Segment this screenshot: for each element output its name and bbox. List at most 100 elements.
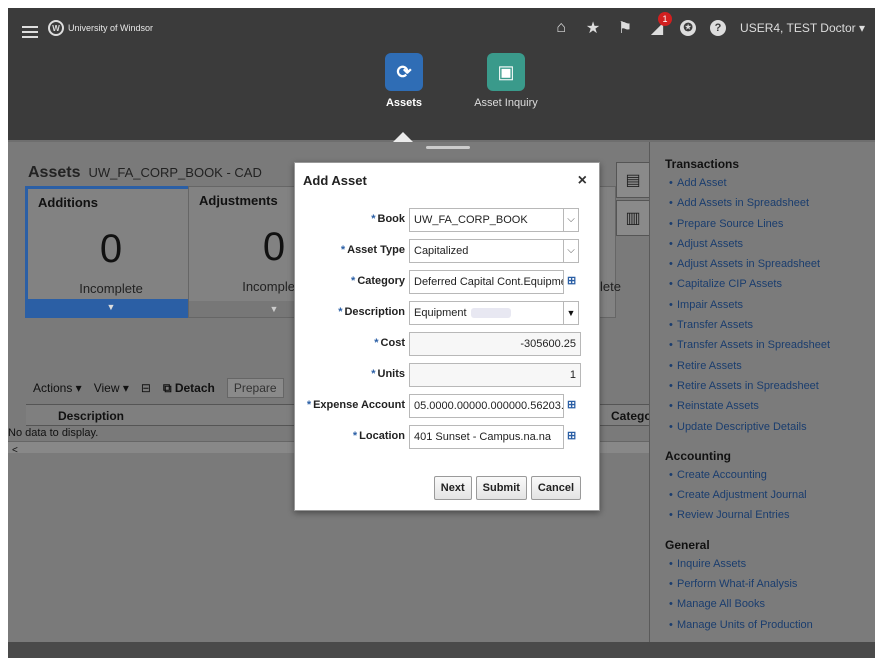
accounting-list: Create Accounting Create Adjustment Jour… [665, 465, 875, 526]
card-count: 0 [99, 227, 123, 271]
notification-badge: 1 [658, 12, 673, 26]
task-add-asset[interactable]: Add Asset [665, 173, 875, 194]
location-input[interactable]: 401 Sunset - Campus.na.na [409, 425, 564, 449]
star-icon[interactable]: ★ [584, 18, 602, 38]
task-retire-assets-spreadsheet[interactable]: Retire Assets in Spreadsheet [665, 376, 875, 397]
card-additions[interactable]: Additions 0 Incomplete ▼ [25, 186, 197, 318]
submit-button[interactable]: Submit [475, 476, 527, 500]
task-manage-units-of-production[interactable]: Manage Units of Production [665, 615, 875, 636]
table-toolbar: Actions ▾ View ▾ ⊟ ⧉ Detach Prepare [33, 378, 284, 398]
task-impair-assets[interactable]: Impair Assets [665, 295, 875, 316]
page-title: Assets UW_FA_CORP_BOOK - CAD [28, 164, 262, 182]
task-retire-assets[interactable]: Retire Assets [665, 356, 875, 377]
redacted-mark [470, 308, 511, 319]
section-title-transactions: Transactions [665, 157, 740, 171]
task-update-descriptive-details[interactable]: Update Descriptive Details [665, 417, 875, 438]
prepare-button[interactable]: Prepare [226, 378, 284, 398]
card-title: Adjustments [199, 193, 278, 208]
user-name: USER4, TEST Doctor [740, 21, 856, 35]
cost-label: * Cost [374, 337, 405, 349]
task-manage-all-books[interactable]: Manage All Books [665, 594, 875, 615]
card-label: lete [600, 279, 621, 294]
book-row: * Book UW_FA_CORP_BOOK ⌵ [295, 208, 601, 232]
category-input[interactable]: Deferred Capital Cont.Equipme [409, 270, 564, 294]
list-tab-icon[interactable]: ▤ [616, 162, 650, 198]
help-icon[interactable]: ? [710, 20, 727, 36]
label-text: Expense Account [313, 399, 405, 411]
label-text: Location [359, 430, 405, 442]
nav-app-asset-inquiry[interactable]: ▣ Asset Inquiry [456, 53, 556, 109]
home-icon[interactable]: ⌂ [552, 19, 570, 37]
flag-icon[interactable]: ⚑ [616, 18, 634, 38]
user-menu[interactable]: USER4, TEST Doctor ▾ [740, 21, 865, 35]
label-text: Asset Type [347, 244, 405, 256]
label-text: Units [377, 368, 406, 380]
nav-app-assets[interactable]: ⟳ Assets [354, 53, 454, 109]
expense-account-label: * Expense Account [306, 399, 405, 411]
task-create-accounting[interactable]: Create Accounting [665, 465, 875, 486]
search-lov-icon[interactable]: ⊞ [567, 274, 583, 290]
units-label: * Units [371, 368, 405, 380]
chevron-down-icon[interactable]: ▼ [28, 299, 194, 315]
task-create-adjustment-journal[interactable]: Create Adjustment Journal [665, 485, 875, 506]
panel-drag-handle[interactable] [426, 146, 470, 149]
units-input[interactable]: 1 [409, 363, 581, 387]
task-review-journal-entries[interactable]: Review Journal Entries [665, 505, 875, 526]
task-reinstate-assets[interactable]: Reinstate Assets [665, 396, 875, 417]
view-menu[interactable]: View ▾ [94, 381, 129, 395]
book-name: UW_FA_CORP_BOOK - CAD [88, 165, 262, 180]
dialog-buttons: Next Submit Cancel [433, 476, 581, 500]
cost-row: * Cost -305600.25 [295, 332, 601, 356]
university-seal-icon: W [48, 20, 64, 36]
search-lov-icon[interactable]: ⊞ [567, 429, 583, 445]
task-inquire-assets[interactable]: Inquire Assets [665, 554, 875, 575]
section-title-accounting: Accounting [665, 448, 731, 463]
task-what-if-analysis[interactable]: Perform What-if Analysis [665, 574, 875, 595]
actions-menu[interactable]: Actions ▾ [33, 381, 82, 395]
asset-type-row: * Asset Type Capitalized ⌵ [295, 239, 601, 263]
label-text: Category [357, 275, 405, 287]
detach-label: Detach [174, 380, 215, 395]
column-header-category[interactable]: Catego [611, 409, 652, 423]
next-button[interactable]: Next [433, 476, 472, 500]
detach-button[interactable]: ⧉ Detach [163, 381, 215, 396]
university-logo[interactable]: W University of Windsor [48, 20, 153, 36]
label-text: Description [344, 306, 405, 318]
chevron-down-icon[interactable]: ⌵ [563, 239, 579, 263]
description-value: Equipment [414, 307, 467, 319]
task-transfer-assets-spreadsheet[interactable]: Transfer Assets in Spreadsheet [665, 335, 875, 356]
menu-icon[interactable] [22, 26, 38, 38]
units-row: * Units 1 [295, 363, 601, 387]
task-adjust-assets-spreadsheet[interactable]: Adjust Assets in Spreadsheet [665, 254, 875, 275]
expense-account-input[interactable]: 05.0000.00000.000000.56203. [409, 394, 564, 418]
task-prepare-source-lines[interactable]: Prepare Source Lines [665, 214, 875, 235]
task-capitalize-cip[interactable]: Capitalize CIP Assets [665, 274, 875, 295]
footer-strip [8, 642, 875, 658]
chevron-down-icon[interactable]: ▼ [563, 301, 579, 325]
asset-type-select[interactable]: Capitalized [409, 239, 564, 263]
chart-tab-icon[interactable]: ▥ [616, 200, 650, 236]
page-title-text: Assets [28, 164, 81, 181]
notifications-icon[interactable]: ◢ 1 [648, 12, 673, 38]
asset-type-label: * Asset Type [340, 244, 405, 256]
book-select[interactable]: UW_FA_CORP_BOOK [409, 208, 564, 232]
asset-inquiry-icon: ▣ [487, 53, 525, 91]
task-transfer-assets[interactable]: Transfer Assets [665, 315, 875, 336]
search-lov-icon[interactable]: ⊞ [567, 398, 583, 414]
transactions-list: Add Asset Add Assets in Spreadsheet Prep… [665, 173, 875, 437]
task-adjust-assets[interactable]: Adjust Assets [665, 234, 875, 255]
cancel-button[interactable]: Cancel [530, 476, 581, 500]
general-list: Inquire Assets Perform What-if Analysis … [665, 554, 875, 635]
task-add-assets-spreadsheet[interactable]: Add Assets in Spreadsheet [665, 193, 875, 214]
location-row: * Location 401 Sunset - Campus.na.na ⊞ [295, 425, 601, 449]
column-header-description[interactable]: Description [58, 409, 124, 423]
chevron-down-icon[interactable]: ⌵ [563, 208, 579, 232]
close-icon[interactable]: × [578, 172, 587, 190]
scroll-left-icon[interactable]: < [8, 445, 18, 456]
query-by-example-icon[interactable]: ⊟ [141, 381, 151, 395]
description-label: * Description [338, 306, 405, 318]
description-input[interactable]: Equipment [409, 301, 564, 325]
accessibility-icon[interactable]: ✪ [680, 20, 697, 36]
category-row: * Category Deferred Capital Cont.Equipme … [295, 270, 601, 294]
cost-input[interactable]: -305600.25 [409, 332, 581, 356]
